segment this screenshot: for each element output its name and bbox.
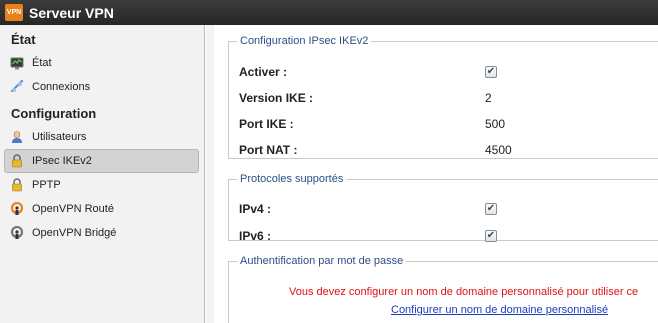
- sidebar: État État Connexions Configuration Utili…: [0, 25, 205, 323]
- ipsec-config-legend: Configuration IPsec IKEv2: [240, 35, 369, 47]
- sidebar-section-configuration: Configuration: [11, 105, 97, 121]
- sidebar-item-label: PPTP: [32, 179, 61, 191]
- sidebar-section-etat: État: [11, 31, 36, 47]
- protocols-legend: Protocoles supportés: [240, 173, 344, 185]
- ike-port-value: 500: [485, 117, 506, 131]
- main-content: Configuration IPsec IKEv2 Activer : ✔ Ve…: [206, 25, 658, 323]
- openvpn-bridge-icon: [10, 226, 24, 240]
- sidebar-item-label: OpenVPN Routé: [32, 203, 114, 215]
- sidebar-item-openvpn-bridge[interactable]: OpenVPN Bridgé: [0, 221, 204, 245]
- ike-version-row: Version IKE : 2: [239, 85, 658, 111]
- protocols-group: Protocoles supportés IPv4 : ✔ IPv6 : ✔: [228, 173, 658, 243]
- auth-group: Authentification par mot de passe Vous d…: [228, 255, 658, 323]
- ike-port-row: Port IKE : 500: [239, 111, 658, 137]
- configure-domain-link[interactable]: Configurer un nom de domaine personnalis…: [391, 304, 608, 316]
- title-bar: VPN Serveur VPN: [0, 0, 658, 25]
- vpn-app-icon: VPN: [5, 4, 23, 21]
- lock-icon: [10, 154, 24, 168]
- nat-port-value: 4500: [485, 143, 512, 157]
- sidebar-item-openvpn-route[interactable]: OpenVPN Routé: [0, 197, 204, 221]
- sidebar-item-label: État: [32, 57, 52, 69]
- ipsec-config-group: Configuration IPsec IKEv2 Activer : ✔ Ve…: [228, 35, 658, 159]
- ipv4-checkbox[interactable]: ✔: [485, 203, 497, 215]
- ipv4-row: IPv4 : ✔: [239, 196, 658, 222]
- user-icon: [10, 130, 24, 144]
- enable-label: Activer :: [239, 65, 288, 79]
- sidebar-item-label: OpenVPN Bridgé: [32, 227, 117, 239]
- nat-port-row: Port NAT : 4500: [239, 137, 658, 163]
- sidebar-item-utilisateurs[interactable]: Utilisateurs: [0, 125, 204, 149]
- sidebar-item-etat[interactable]: État: [0, 51, 204, 75]
- ike-version-label: Version IKE :: [239, 91, 314, 105]
- ipv6-checkbox[interactable]: ✔: [485, 230, 497, 242]
- enable-row: Activer : ✔: [239, 59, 658, 85]
- ike-version-value: 2: [485, 91, 492, 105]
- ike-port-label: Port IKE :: [239, 117, 294, 131]
- window-title: Serveur VPN: [29, 4, 114, 21]
- sidebar-item-ipsec-ikev2[interactable]: IPsec IKEv2: [4, 149, 199, 173]
- nat-port-label: Port NAT :: [239, 143, 298, 157]
- enable-checkbox[interactable]: ✔: [485, 66, 497, 78]
- openvpn-icon: [10, 202, 24, 216]
- auth-legend: Authentification par mot de passe: [240, 255, 404, 267]
- sidebar-item-label: Utilisateurs: [32, 131, 87, 143]
- ipv4-label: IPv4 :: [239, 202, 272, 216]
- ipv6-row: IPv6 : ✔: [239, 223, 658, 249]
- lock-icon: [10, 178, 24, 192]
- ipv6-label: IPv6 :: [239, 229, 272, 243]
- sidebar-item-label: Connexions: [32, 81, 91, 93]
- monitor-icon: [10, 56, 24, 70]
- sidebar-item-pptp[interactable]: PPTP: [0, 173, 204, 197]
- domain-warning-text: Vous devez configurer un nom de domaine …: [289, 286, 639, 298]
- connection-icon: [10, 80, 24, 94]
- sidebar-item-label: IPsec IKEv2: [32, 155, 92, 167]
- sidebar-item-connexions[interactable]: Connexions: [0, 75, 204, 99]
